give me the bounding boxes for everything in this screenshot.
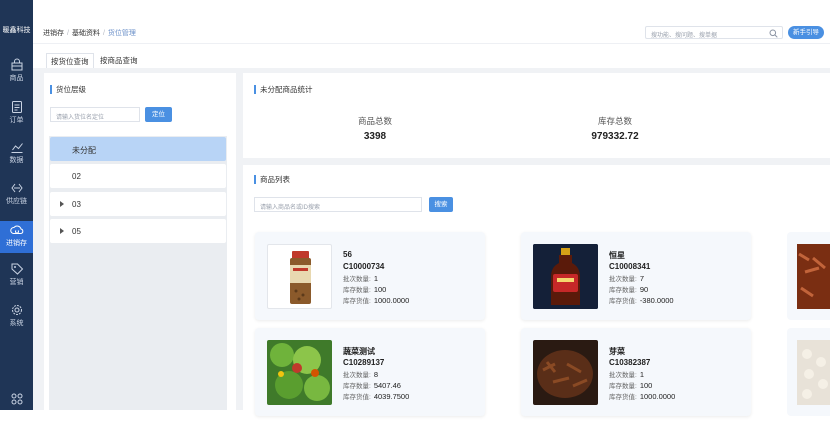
product-search-input[interactable]: 请输入商品名或ID搜索 (254, 197, 422, 212)
sidebar-item-orders[interactable]: 订单 (0, 100, 33, 130)
tree-item-03[interactable]: 03 (50, 192, 226, 216)
sidebar-item-label: 供应链 (6, 198, 27, 205)
sidebar-item-label: 系统 (9, 320, 24, 327)
product-name: 芽菜 (609, 347, 625, 356)
tree-item-label: 05 (72, 227, 81, 236)
breadcrumb: 进销存 / 基础资料 / 货位管理 (43, 30, 136, 37)
caret-right-icon[interactable] (60, 228, 64, 234)
tree-item-02[interactable]: 02 (50, 164, 226, 188)
product-code: C10008341 (609, 262, 651, 271)
sidebar-item-label: 营销 (9, 279, 24, 286)
product-code: C10000734 (343, 262, 385, 271)
search-icon[interactable] (769, 29, 778, 38)
tree-item-unassigned[interactable]: 未分配 (50, 137, 226, 161)
stock-qty: 库存数量: 100 (609, 381, 653, 390)
stock-value: 库存货值: 4039.7500 (343, 392, 410, 401)
query-tabs: 按货位查询 按商品查询 (33, 50, 830, 70)
tree-item-label: 未分配 (72, 146, 96, 155)
stock-value: 库存货值: -380.0000 (609, 296, 674, 305)
tree-item-05[interactable]: 05 (50, 219, 226, 243)
sidebar-item-system[interactable]: 系统 (0, 303, 33, 333)
product-card[interactable]: 芽菜 C10382387 批次数量: 1 库存数量: 100 库存货值: 1000.0… (521, 328, 751, 416)
product-code: C10289137 (343, 358, 385, 367)
product-image-partial (797, 340, 830, 405)
sidebar-item-supply-chain[interactable]: 供应链 (0, 181, 33, 211)
product-name: 蔬菜测试 (343, 347, 375, 356)
total-stock-label: 库存总数 (597, 116, 632, 126)
locate-button[interactable]: 定位 (145, 107, 172, 122)
product-card[interactable]: 恒星 C10008341 批次数量: 7 库存数量: 90 库存货值: -380.00… (521, 232, 751, 320)
product-image-spice-jar (267, 244, 332, 309)
product-card-partial[interactable] (787, 328, 830, 416)
batch-qty: 批次数量: 7 (609, 274, 644, 283)
sidebar-item-label: 商品 (9, 75, 24, 82)
apps-icon (11, 393, 22, 405)
product-image-preserved-veg (533, 340, 598, 405)
batch-qty: 批次数量: 8 (343, 370, 378, 379)
total-goods-label: 商品总数 (357, 116, 392, 126)
breadcrumb-item[interactable]: 基础资料 (72, 30, 100, 37)
location-input-placeholder: 请输入货位名定位 (56, 115, 105, 121)
location-level-title: 货位层级 (50, 85, 86, 94)
product-card[interactable]: 蔬菜测试 C10289137 批次数量: 8 库存数量: 5407.46 库存货值:… (255, 328, 485, 416)
search-placeholder: 搜功能、搜问题、搜单据 (651, 33, 718, 39)
cloud-refresh-icon (9, 225, 23, 234)
stock-qty: 库存数量: 90 (609, 285, 649, 294)
product-image-partial (797, 244, 830, 309)
global-search-input[interactable]: 搜功能、搜问题、搜单据 (645, 26, 783, 39)
stock-qty: 库存数量: 100 (343, 285, 387, 294)
product-card[interactable]: 56 C10000734 批次数量: 1 库存数量: 100 库存货值: 1000.0… (255, 232, 485, 320)
batch-qty: 批次数量: 1 (343, 274, 378, 283)
tree-item-label: 02 (72, 172, 81, 181)
bag-icon (11, 58, 22, 71)
guide-button[interactable]: 新手引导 (788, 26, 824, 39)
product-name: 56 (343, 250, 352, 259)
chart-line-icon (11, 143, 23, 153)
gear-icon (11, 305, 22, 315)
brand-logo: 暖鑫科技 (2, 27, 31, 34)
product-search-button[interactable]: 搜索 (429, 197, 453, 212)
exchange-icon (10, 183, 23, 193)
breadcrumb-current: 货位管理 (107, 30, 136, 37)
tab-by-goods[interactable]: 按商品查询 (96, 53, 142, 68)
product-list-title: 商品列表 (254, 175, 290, 184)
stock-value: 库存货值: 1000.0000 (609, 392, 676, 401)
tag-icon (11, 263, 23, 275)
stock-qty: 库存数量: 5407.46 (343, 381, 401, 390)
tree-item-label: 03 (72, 200, 81, 209)
sidebar-item-inventory[interactable]: 进销存 (0, 221, 33, 253)
product-input-placeholder: 请输入商品名或ID搜索 (260, 205, 321, 211)
breadcrumb-item[interactable]: 进销存 (43, 30, 64, 37)
sidebar-item-label: 进销存 (6, 240, 27, 247)
batch-qty: 批次数量: 1 (609, 370, 644, 379)
sidebar-collapse-button[interactable] (0, 393, 33, 407)
total-stock-value: 979332.72 (591, 131, 639, 142)
total-goods-value: 3398 (363, 131, 387, 142)
stats-title: 未分配商品统计 (254, 85, 313, 94)
sidebar-item-marketing[interactable]: 营销 (0, 262, 33, 292)
product-name: 恒星 (609, 251, 625, 260)
stock-value: 库存货值: 1000.0000 (343, 296, 410, 305)
stats-panel (243, 73, 830, 158)
product-card-partial[interactable] (787, 232, 830, 320)
product-code: C10382387 (609, 358, 651, 367)
sidebar-item-goods[interactable]: 商品 (0, 58, 33, 88)
product-image-salad (267, 340, 332, 405)
product-image-oil-bottle (533, 244, 598, 309)
document-icon (11, 101, 22, 113)
sidebar: 暖鑫科技 商品 订单 数据 供应链 进销存 营销 系统 (0, 0, 33, 410)
sidebar-item-data[interactable]: 数据 (0, 140, 33, 170)
top-bar: 进销存 / 基础资料 / 货位管理 搜功能、搜问题、搜单据 新手引导 (33, 20, 830, 44)
sidebar-item-label: 订单 (9, 117, 24, 124)
sidebar-item-label: 数据 (9, 157, 24, 164)
caret-right-icon[interactable] (60, 201, 64, 207)
location-search-input[interactable]: 请输入货位名定位 (50, 107, 140, 122)
